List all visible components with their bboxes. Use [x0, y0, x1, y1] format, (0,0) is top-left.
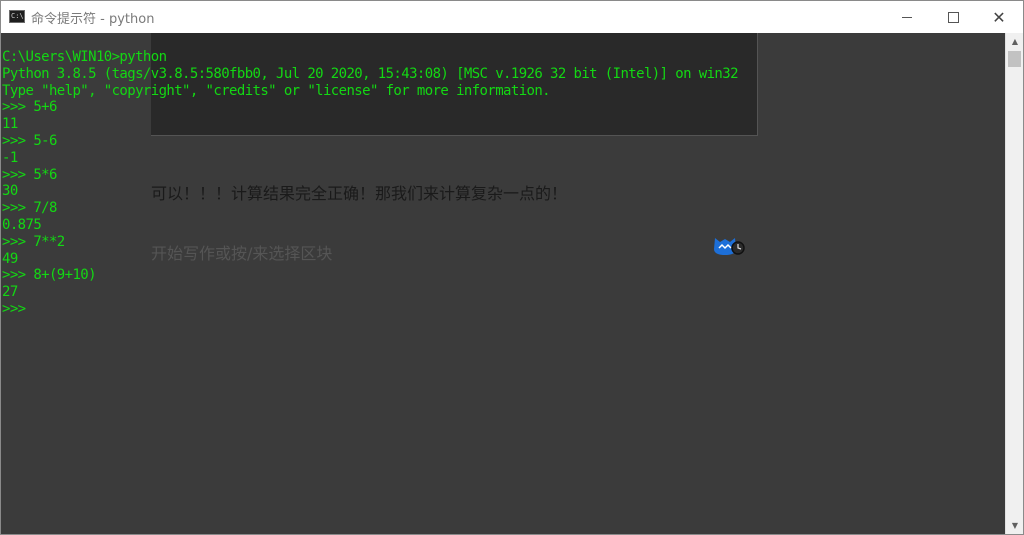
title-bar[interactable]: C:\ 命令提示符 - python ✕ [1, 1, 1023, 33]
scroll-up-arrow-icon[interactable]: ▲ [1006, 33, 1023, 50]
console-line: >>> [2, 300, 26, 317]
console-line: Python 3.8.5 (tags/v3.8.5:580fbb0, Jul 2… [2, 65, 739, 82]
maximize-icon [947, 11, 959, 23]
maximize-button[interactable] [930, 1, 976, 33]
vertical-scrollbar[interactable]: ▲ ▼ [1005, 33, 1023, 534]
cmd-icon[interactable]: C:\ [9, 10, 25, 23]
console-line: 11 [2, 116, 18, 133]
console-line: >>> 5+6 [2, 99, 57, 116]
minimize-button[interactable] [884, 1, 930, 33]
window-title: 命令提示符 - python [31, 12, 155, 27]
console-line: -1 [2, 149, 18, 166]
scrollbar-thumb[interactable] [1008, 51, 1021, 67]
minimize-icon [902, 16, 912, 18]
console-line: 49 [2, 250, 18, 267]
scroll-down-arrow-icon[interactable]: ▼ [1006, 517, 1023, 534]
console-line: >>> 7/8 [2, 200, 57, 217]
cmd-window: C:\ 命令提示符 - python ✕ 可以！！！计算结果完全正确！那我们来计… [0, 0, 1024, 535]
close-button[interactable]: ✕ [976, 1, 1022, 33]
console-line: 0.875 [2, 216, 42, 233]
console-line: 30 [2, 183, 18, 200]
console-line: >>> 8+(9+10) [2, 267, 97, 284]
console-line: 27 [2, 284, 18, 301]
console-text[interactable]: C:\Users\WIN10>python Python 3.8.5 (tags/… [2, 49, 739, 318]
console-line: C:\Users\WIN10>python [2, 49, 167, 65]
console-line: >>> 5-6 [2, 132, 57, 149]
close-icon: ✕ [992, 7, 1006, 27]
console-line: >>> 5*6 [2, 166, 57, 183]
console-line: Type "help", "copyright", "credits" or "… [2, 82, 551, 99]
console-line: >>> 7**2 [2, 233, 65, 250]
console-output[interactable]: 可以！！！计算结果完全正确！那我们来计算复杂一点的！ 开始写作或按/来选择区块 … [1, 33, 1005, 534]
